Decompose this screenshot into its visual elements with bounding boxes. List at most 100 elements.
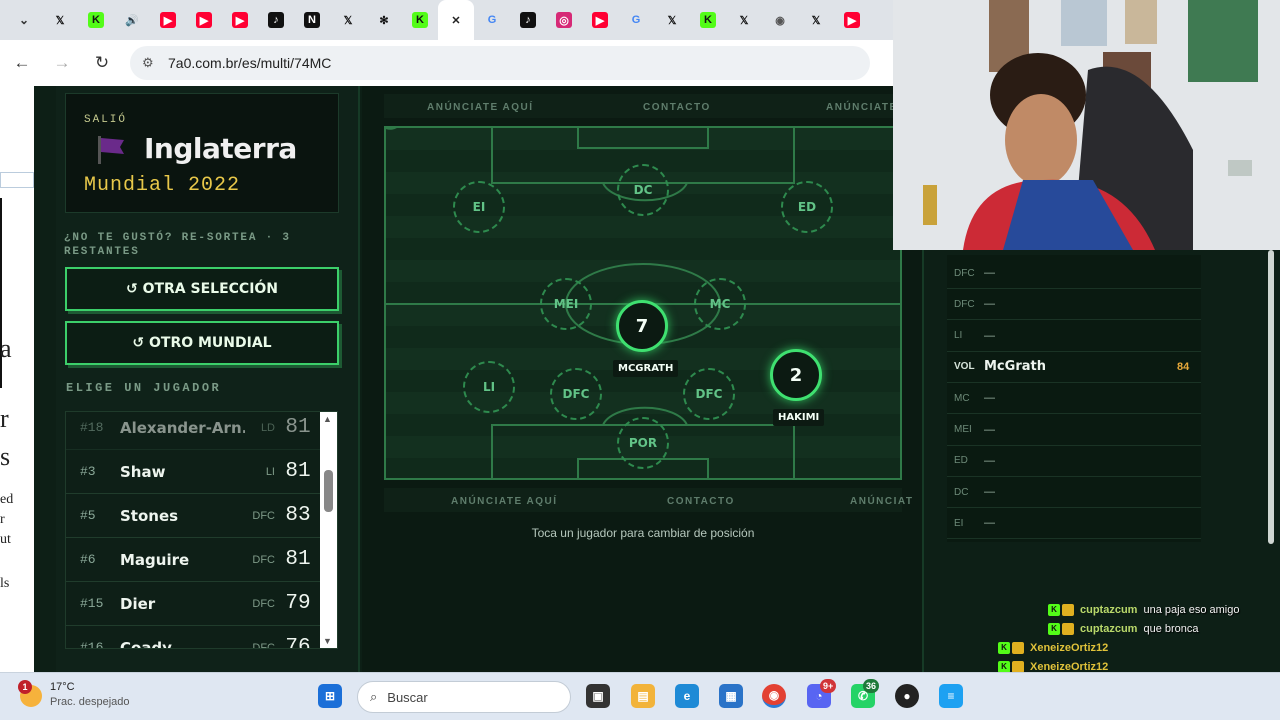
youtube-icon: ▶ (844, 12, 860, 28)
weather-condition: Prac. despejado (50, 696, 130, 708)
lineup-row[interactable]: MC — (947, 383, 1201, 415)
slot-mei[interactable]: MEI (540, 278, 592, 330)
player-list-scrollbar[interactable]: ▲ ▼ (320, 412, 337, 648)
browser-tab[interactable]: ✻ (366, 0, 402, 40)
scroll-up-icon[interactable]: ▲ (323, 414, 332, 424)
whatsapp-badge: 36 (863, 679, 880, 693)
browser-tab[interactable]: K (690, 0, 726, 40)
store-icon[interactable]: ▦ (719, 684, 743, 708)
file-explorer-icon[interactable]: ▤ (631, 684, 655, 708)
other-team-button[interactable]: ↺ OTRA SELECCIÓN (65, 267, 339, 311)
ad-link[interactable]: ANÚNCIATE AQUÍ (451, 496, 558, 507)
edge-icon[interactable]: e (675, 684, 699, 708)
browser-tab[interactable]: N (294, 0, 330, 40)
weather-widget[interactable]: 1 17°C Prac. despejado (18, 680, 130, 708)
player-row[interactable]: #18 Alexander-Arn... LD 81 (66, 412, 321, 450)
browser-tab[interactable]: 𝕏 (654, 0, 690, 40)
lineup-row[interactable]: EI — (947, 508, 1201, 540)
player-row[interactable]: #15 Dier DFC 79 (66, 582, 321, 626)
slot-dfc-right[interactable]: DFC (683, 368, 735, 420)
reload-button[interactable]: ↻ (84, 45, 120, 81)
browser-tab[interactable]: 🔊 (114, 0, 150, 40)
browser-tab[interactable]: ◉ (762, 0, 798, 40)
ad-fragment: ed (0, 492, 14, 507)
browser-tab[interactable]: 𝕏 (42, 0, 78, 40)
lineup-row[interactable]: DFC — (947, 258, 1201, 289)
browser-tab[interactable]: ♪ (510, 0, 546, 40)
browser-tab[interactable]: ▶ (186, 0, 222, 40)
slot-dfc-left[interactable]: DFC (550, 368, 602, 420)
page-scrollbar[interactable] (1267, 250, 1275, 680)
lineup-row[interactable]: ED — (947, 446, 1201, 477)
slot-ei[interactable]: EI (453, 181, 505, 233)
scroll-thumb[interactable] (324, 470, 333, 512)
tab-strip: ⌄ 𝕏 K 🔊 ▶ ▶ ▶ ♪ N 𝕏 ✻ K ✕ G ♪ ◎ ▶ G 𝕏 K 𝕏 ◉ 𝕏 ▶ (0, 0, 893, 40)
other-world-cup-button[interactable]: ↺ OTRO MUNDIAL (65, 321, 339, 365)
browser-tab[interactable]: K (402, 0, 438, 40)
slot-por[interactable]: POR (617, 417, 669, 469)
lineup-row[interactable]: DC — (947, 477, 1201, 509)
windows-start-icon[interactable]: ⊞ (318, 684, 342, 708)
ad-link[interactable]: ANÚNCIATE AQUÍ (427, 102, 534, 113)
page-scroll-thumb[interactable] (1268, 250, 1274, 544)
player-list[interactable]: #18 Alexander-Arn... LD 81 #3 Shaw LI 81 #5 Stone… (65, 411, 338, 649)
browser-tab[interactable]: G (618, 0, 654, 40)
slot-mc[interactable]: MC (694, 278, 746, 330)
player-node-mcgrath[interactable]: 7 (616, 300, 668, 352)
ad-link[interactable]: ANÚNCIATE (826, 102, 898, 113)
contact-link[interactable]: CONTACTO (643, 102, 711, 113)
lineup-row[interactable]: LI — (947, 321, 1201, 352)
chrome-icon[interactable]: ◉ (762, 684, 786, 708)
ad-link[interactable]: ANÚNCIAT (850, 496, 913, 507)
taskbar: 1 17°C Prac. despejado ⊞ ⌕ Buscar ▣ ▤ e … (0, 672, 1280, 720)
player-tag-hakimi: HAKIMI (773, 409, 825, 426)
player-row[interactable]: #5 Stones DFC 83 (66, 494, 321, 538)
lineup-position: EI (954, 517, 964, 529)
player-row[interactable]: #6 Maguire DFC 81 (66, 538, 321, 582)
forward-button[interactable]: → (44, 45, 80, 81)
taskbar-search[interactable]: ⌕ Buscar (357, 681, 571, 713)
browser-tab[interactable]: G (474, 0, 510, 40)
back-button[interactable]: ← (4, 45, 40, 81)
browser-tab[interactable]: ▶ (222, 0, 258, 40)
tab-search-dropdown[interactable]: ⌄ (6, 0, 42, 40)
ad-strip-bottom[interactable]: ANÚNCIATE AQUÍ CONTACTO ANÚNCIAT (384, 488, 912, 512)
browser-tab[interactable]: ▶ (582, 0, 618, 40)
slot-li[interactable]: LI (463, 361, 515, 413)
player-name: Coady (120, 638, 172, 649)
browser-tab[interactable]: ◎ (546, 0, 582, 40)
player-name: Alexander-Arn... (120, 418, 245, 437)
browser-tab[interactable]: ✕ (438, 0, 474, 40)
left-ad-banner[interactable]: a r s ed r ut ls (0, 86, 34, 672)
youtube-icon: ▶ (196, 12, 212, 28)
browser-tab[interactable]: ♪ (258, 0, 294, 40)
slot-dc[interactable]: DC (617, 164, 669, 216)
lineup-row[interactable]: VOL McGrath 84 (947, 352, 1201, 383)
player-row[interactable]: #16 Coady DFC 76 (66, 626, 321, 649)
slot-ed[interactable]: ED (781, 181, 833, 233)
player-row[interactable]: #3 Shaw LI 81 (66, 450, 321, 494)
scroll-down-icon[interactable]: ▼ (323, 636, 332, 646)
browser-tab[interactable]: ▶ (834, 0, 870, 40)
lineup-row[interactable]: MEI — (947, 415, 1201, 446)
browser-tab[interactable]: K (78, 0, 114, 40)
player-node-hakimi[interactable]: 2 (770, 349, 822, 401)
ad-fragment: r (0, 512, 5, 527)
ad-strip-top[interactable]: ANÚNCIATE AQUÍ CONTACTO ANÚNCIATE (384, 94, 902, 118)
browser-tab[interactable]: 𝕏 (798, 0, 834, 40)
browser-tab[interactable]: 𝕏 (330, 0, 366, 40)
lineup-position: MEI (954, 424, 972, 435)
address-bar[interactable]: ⚙ 7a0.com.br/es/multi/74MC (130, 46, 870, 80)
ad-choices-icon[interactable] (0, 172, 34, 188)
lineup-row[interactable]: DFC — (947, 289, 1201, 321)
task-view-icon[interactable]: ▣ (586, 684, 610, 708)
google-icon: G (631, 14, 641, 26)
site-info-icon[interactable]: ⚙ (142, 55, 158, 71)
notepad-icon[interactable]: ≡ (939, 684, 963, 708)
browser-tab[interactable]: ▶ (150, 0, 186, 40)
obs-icon[interactable]: ● (895, 684, 919, 708)
contact-link[interactable]: CONTACTO (667, 496, 735, 507)
browser-tab[interactable]: 𝕏 (726, 0, 762, 40)
chevron-down-icon: ⌄ (18, 13, 30, 27)
sub-badge-icon (1062, 623, 1074, 635)
